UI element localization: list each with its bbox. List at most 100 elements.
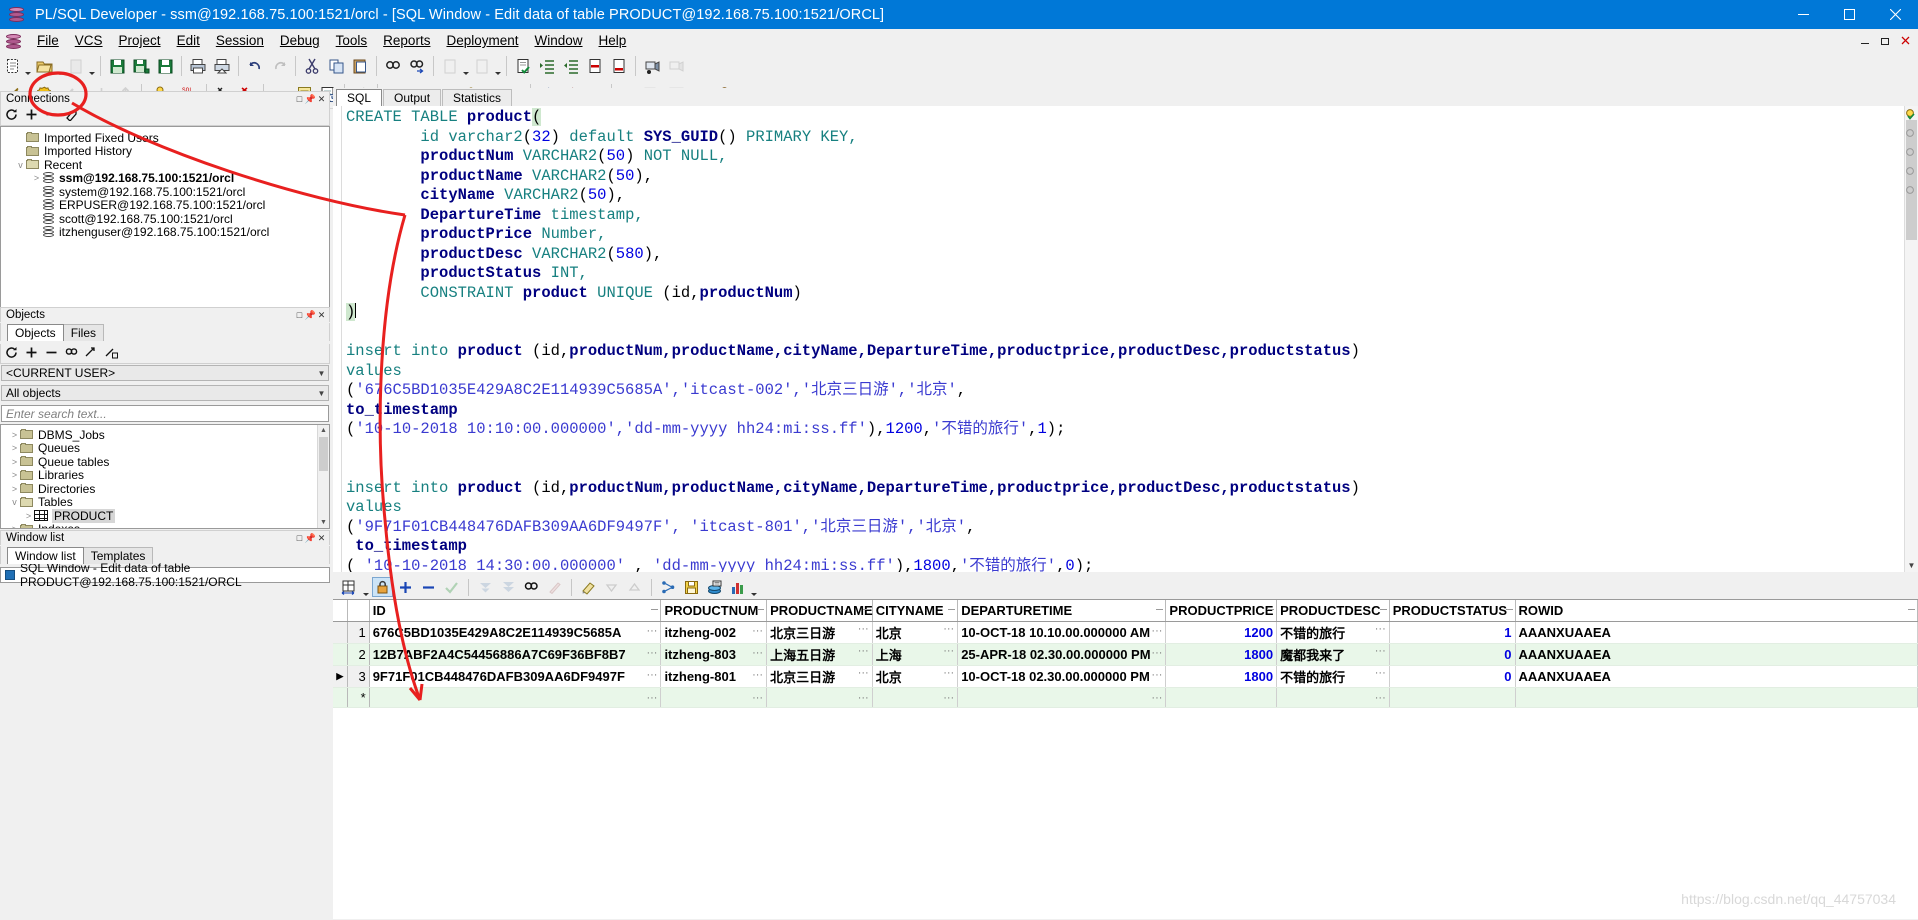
tree-item-connection-erpuser[interactable]: ERPUSER@192.168.75.100:1521/orcl	[15, 198, 329, 212]
expander[interactable]: >	[9, 430, 20, 440]
tree-item-imported-fixed-users[interactable]: Imported Fixed Users	[15, 131, 329, 145]
grid-cell[interactable]: 1800	[1165, 643, 1278, 666]
single-record-icon[interactable]	[704, 577, 725, 597]
tree-item-queue-tables[interactable]: > Queue tables	[9, 455, 329, 469]
selection-icon[interactable]	[608, 55, 630, 77]
expander[interactable]: v	[15, 160, 26, 170]
grid-cell[interactable]: ···	[872, 687, 959, 708]
cell-ellipsis[interactable]: ···	[943, 645, 954, 657]
cut-icon[interactable]	[301, 55, 323, 77]
grid-cell[interactable]: 10-OCT-18 02.30.00.000000 PM ···	[957, 665, 1167, 688]
open-file-icon[interactable]	[33, 55, 55, 77]
connections-maximize-icon[interactable]: □	[294, 93, 305, 105]
cell-ellipsis[interactable]: ···	[858, 645, 869, 657]
tree-item-table-product[interactable]: > PRODUCT	[9, 508, 329, 523]
grid-cell[interactable]: 不错的旅行 ···	[1276, 621, 1390, 644]
connections-close-icon[interactable]: ✕	[316, 93, 327, 105]
menu-item-edit[interactable]: Edit	[169, 31, 208, 50]
maximize-button[interactable]	[1826, 0, 1872, 29]
grid-cell[interactable]	[1515, 687, 1918, 708]
grid-cell[interactable]: AAANXUAAEA	[1515, 665, 1918, 688]
cell-ellipsis[interactable]: ···	[943, 623, 954, 635]
remove-row-icon[interactable]	[418, 577, 439, 597]
expander[interactable]: >	[9, 457, 20, 467]
window-list-close-icon[interactable]: ✕	[316, 532, 327, 544]
tab-statistics[interactable]: Statistics	[442, 89, 513, 106]
grid-cell[interactable]: AAANXUAAEA	[1515, 621, 1918, 644]
export-down-icon[interactable]	[475, 577, 496, 597]
grid-column-header[interactable]: PRODUCTPRICE	[1165, 600, 1278, 622]
tree-item-tables[interactable]: v Tables	[9, 495, 329, 509]
mdi-close-button[interactable]	[1897, 32, 1914, 49]
chart-dropdown-icon[interactable]	[750, 574, 758, 601]
grid-cell[interactable]: 0	[1389, 665, 1516, 688]
gray-marker-icon[interactable]	[1904, 127, 1917, 140]
objects-close-icon[interactable]: ✕	[316, 309, 327, 321]
tab-sql[interactable]: SQL	[336, 89, 383, 106]
grid-cell[interactable]: 不错的旅行 ···	[1276, 665, 1390, 688]
cell-ellipsis[interactable]: ···	[1151, 647, 1162, 659]
objects-pin-icon[interactable]: 📌	[305, 309, 316, 321]
column-resize-grip[interactable]	[1156, 609, 1164, 610]
find-icon[interactable]	[382, 55, 404, 77]
save-all-icon[interactable]	[130, 55, 152, 77]
save-icon[interactable]	[681, 577, 702, 597]
uncomment-icon[interactable]	[471, 55, 493, 77]
export-down-all-icon[interactable]	[498, 577, 519, 597]
paste-icon[interactable]	[349, 55, 371, 77]
find-next-icon[interactable]	[406, 55, 428, 77]
menu-item-debug[interactable]: Debug	[272, 31, 328, 50]
grid-column-header[interactable]: DEPARTURETIME	[957, 600, 1167, 622]
objects-refresh-icon[interactable]	[5, 346, 18, 362]
column-resize-grip[interactable]	[757, 609, 765, 610]
expander[interactable]: >	[9, 484, 20, 494]
objects-copy-icon[interactable]	[105, 346, 118, 362]
grid-cell[interactable]: 9F71F01CB448476DAFB309AA6DF9497F ···	[369, 665, 662, 688]
tree-item-directories[interactable]: > Directories	[9, 482, 329, 496]
grid-cell[interactable]: 上海 ···	[872, 643, 959, 666]
tree-item-libraries[interactable]: > Libraries	[9, 468, 329, 482]
new-file-dropdown-icon[interactable]	[24, 53, 32, 80]
grid-cell[interactable]: itzheng-801 ···	[660, 665, 768, 688]
comment-dropdown-icon[interactable]	[462, 53, 470, 80]
gray-marker-icon-4[interactable]	[1904, 184, 1917, 197]
cell-ellipsis[interactable]: ···	[943, 667, 954, 679]
sql-code-text[interactable]: CREATE TABLE product( id varchar2(32) de…	[342, 106, 1918, 572]
clear-icon[interactable]	[544, 577, 565, 597]
recent-file-icon[interactable]	[65, 55, 87, 77]
gray-marker-icon-3[interactable]	[1904, 165, 1917, 178]
objects-find-icon[interactable]	[65, 346, 78, 362]
objects-search-input[interactable]: Enter search text...	[1, 405, 329, 422]
grid-column-header[interactable]: ROWID	[1515, 600, 1918, 622]
tree-item-imported-history[interactable]: Imported History	[15, 144, 329, 158]
column-resize-grip[interactable]	[948, 609, 956, 610]
tab-window-list[interactable]: Window list	[7, 547, 84, 564]
scroll-thumb[interactable]	[319, 437, 328, 471]
recent-file-dropdown-icon[interactable]	[88, 53, 96, 80]
grid-cell[interactable]: 10-OCT-18 10.10.00.000000 AM ···	[957, 621, 1167, 644]
print-preview-icon[interactable]	[211, 55, 233, 77]
comment-icon[interactable]	[439, 55, 461, 77]
menu-item-file[interactable]: File	[29, 31, 67, 50]
column-resize-grip[interactable]	[1908, 609, 1915, 610]
cell-ellipsis[interactable]: ···	[646, 692, 657, 704]
column-resize-grip[interactable]	[1379, 609, 1387, 610]
objects-maximize-icon[interactable]: □	[294, 309, 305, 321]
expander[interactable]: >	[9, 443, 20, 453]
column-resize-grip[interactable]	[651, 609, 659, 610]
grid-column-header[interactable]: ID	[369, 600, 662, 622]
expander[interactable]: v	[9, 497, 20, 507]
play-macro-icon[interactable]	[665, 55, 687, 77]
structure-icon[interactable]	[658, 577, 679, 597]
tree-item-queues[interactable]: > Queues	[9, 441, 329, 455]
undo-icon[interactable]	[244, 55, 266, 77]
code-area[interactable]: CREATE TABLE product( id varchar2(32) de…	[333, 106, 1918, 572]
grid-column-header[interactable]: PRODUCTNUM	[660, 600, 768, 622]
paste-icon[interactable]	[578, 577, 599, 597]
menu-item-project[interactable]: Project	[111, 31, 169, 50]
objects-tree[interactable]: > DBMS_Jobs > Queues > Queue tables > Li…	[0, 424, 330, 529]
window-list-item[interactable]: SQL Window - Edit data of table PRODUCT@…	[0, 561, 330, 589]
tab-output[interactable]: Output	[383, 89, 442, 106]
bookmark-marker-icon[interactable]	[1904, 108, 1917, 121]
window-list-maximize-icon[interactable]: □	[294, 532, 305, 544]
